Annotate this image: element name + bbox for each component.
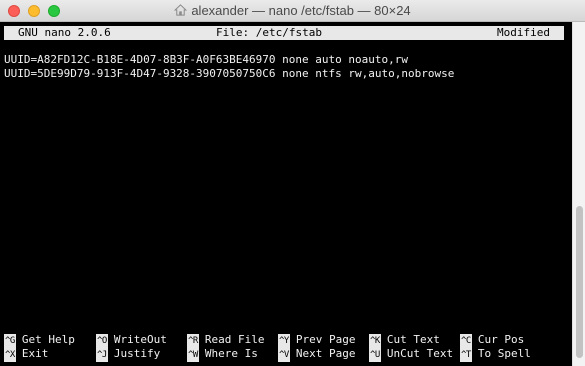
shortcut-exit[interactable]: ^X Exit (4, 347, 49, 362)
shortcut-key: ^J (96, 348, 108, 362)
title-bar[interactable]: alexander — nano /etc/fstab — 80×24 (0, 0, 585, 22)
shortcut-writeout[interactable]: ^O WriteOut (96, 333, 167, 348)
shortcut-label: Read File (204, 333, 265, 346)
shortcut-key: ^U (369, 348, 381, 362)
nano-file-name: File: /etc/fstab (216, 26, 322, 39)
shortcut-label: Exit (21, 347, 49, 360)
shortcut-justify[interactable]: ^J Justify (96, 347, 161, 362)
shortcut-label: Cut Text (386, 333, 440, 346)
editor-line[interactable]: UUID=A82FD12C-B18E-4D07-8B3F-A0F63BE4697… (4, 53, 408, 67)
window-title: alexander — nano /etc/fstab — 80×24 (191, 3, 411, 18)
shortcut-prev-page[interactable]: ^Y Prev Page (278, 333, 356, 348)
shortcut-cur-pos[interactable]: ^C Cur Pos (460, 333, 525, 348)
shortcut-label: WriteOut (113, 333, 167, 346)
shortcut-label: Cur Pos (477, 333, 525, 346)
shortcut-key: ^Y (278, 334, 290, 348)
shortcut-cut-text[interactable]: ^K Cut Text (369, 333, 440, 348)
terminal-window: alexander — nano /etc/fstab — 80×24 GNU … (0, 0, 585, 366)
shortcut-label: To Spell (477, 347, 531, 360)
shortcut-key: ^G (4, 334, 16, 348)
shortcut-to-spell[interactable]: ^T To Spell (460, 347, 531, 362)
shortcut-uncut-text[interactable]: ^U UnCut Text (369, 347, 454, 362)
shortcut-key: ^V (278, 348, 290, 362)
shortcut-key: ^C (460, 334, 472, 348)
scrollbar-thumb[interactable] (576, 206, 583, 358)
shortcut-label: Get Help (21, 333, 75, 346)
shortcut-key: ^T (460, 348, 472, 362)
nano-modified-status: Modified (497, 26, 550, 39)
shortcut-label: Prev Page (295, 333, 356, 346)
vertical-scrollbar[interactable] (572, 22, 585, 366)
window-title-container: alexander — nano /etc/fstab — 80×24 (0, 3, 585, 19)
shortcut-get-help[interactable]: ^G Get Help (4, 333, 75, 348)
shortcut-key: ^X (4, 348, 16, 362)
shortcut-key: ^W (187, 348, 199, 362)
shortcut-key: ^R (187, 334, 199, 348)
shortcut-next-page[interactable]: ^V Next Page (278, 347, 356, 362)
shortcut-bar: ^G Get Help ^O WriteOut ^R Read File ^Y Prev… (4, 333, 570, 362)
editor-line[interactable]: UUID=5DE99D79-913F-4D47-9328-3907050750C… (4, 67, 454, 81)
shortcut-label: Where Is (204, 347, 258, 360)
shortcut-read-file[interactable]: ^R Read File (187, 333, 265, 348)
nano-header-bar: GNU nano 2.0.6 File: /etc/fstab Modified (4, 26, 564, 40)
shortcut-label: UnCut Text (386, 347, 454, 360)
shortcut-key: ^K (369, 334, 381, 348)
terminal-content[interactable]: GNU nano 2.0.6 File: /etc/fstab Modified… (0, 22, 572, 366)
nano-version: GNU nano 2.0.6 (18, 26, 111, 39)
home-folder-icon (174, 4, 188, 16)
shortcut-key: ^O (96, 334, 108, 348)
shortcut-label: Next Page (295, 347, 356, 360)
shortcut-label: Justify (113, 347, 161, 360)
shortcut-where-is[interactable]: ^W Where Is (187, 347, 258, 362)
